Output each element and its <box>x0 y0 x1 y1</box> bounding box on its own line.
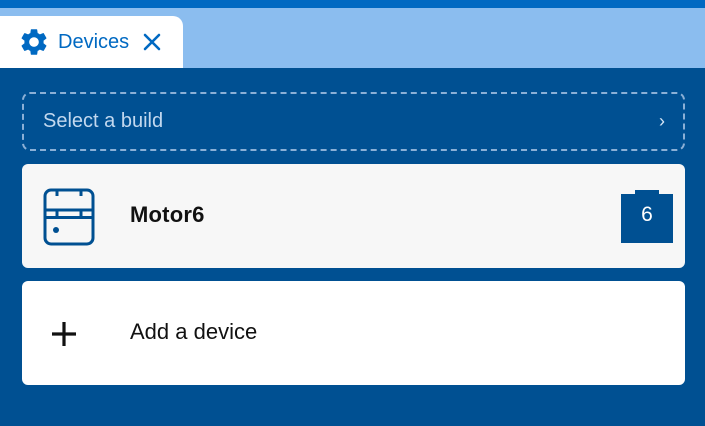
tab-bar: Devices <box>0 8 705 68</box>
top-accent-stripe <box>0 0 705 8</box>
add-device-label: Add a device <box>130 319 258 344</box>
chevron-right-icon: › <box>659 111 665 131</box>
device-card[interactable]: Motor6 6 <box>22 164 685 268</box>
port-badge: 6 <box>621 190 673 243</box>
device-name: Motor6 <box>130 202 205 227</box>
gear-icon <box>18 26 50 58</box>
plus-icon <box>50 320 78 348</box>
tab-devices[interactable]: Devices <box>0 16 183 68</box>
hub-icon <box>43 188 97 246</box>
build-select[interactable]: Select a build › <box>22 92 685 151</box>
close-icon[interactable] <box>141 31 163 53</box>
build-select-placeholder: Select a build <box>43 110 164 132</box>
add-device-button[interactable]: Add a device <box>22 281 685 385</box>
port-number: 6 <box>641 203 653 226</box>
tab-label: Devices <box>58 30 130 53</box>
